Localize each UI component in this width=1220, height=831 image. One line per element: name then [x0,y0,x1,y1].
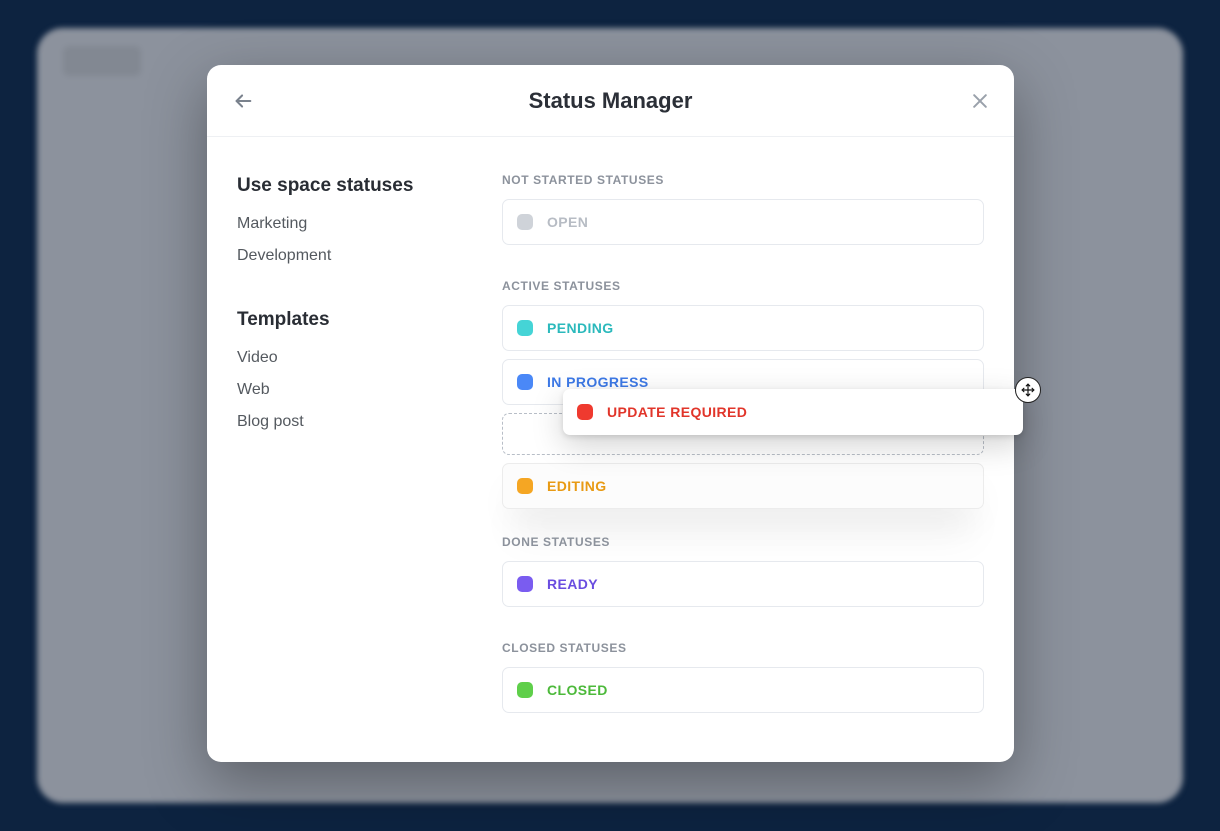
group-label-closed: CLOSED STATUSES [502,641,984,655]
status-closed[interactable]: CLOSED [502,667,984,713]
sidebar-item-marketing[interactable]: Marketing [237,215,471,233]
status-groups: NOT STARTED STATUSES OPEN ACTIVE STATUSE… [497,137,1014,762]
sidebar-section-templates: Templates [237,309,471,331]
modal-body: Use space statuses Marketing Development… [207,137,1014,762]
arrow-left-icon [232,90,254,112]
status-label: OPEN [547,214,588,230]
close-button[interactable] [966,87,994,115]
sidebar-item-web[interactable]: Web [237,381,471,399]
status-color-swatch [517,374,533,390]
sidebar-item-video[interactable]: Video [237,349,471,367]
status-color-swatch [517,214,533,230]
status-pending[interactable]: PENDING [502,305,984,351]
close-icon [970,91,990,111]
status-color-swatch [517,478,533,494]
status-label: IN PROGRESS [547,374,649,390]
status-label: UPDATE REQUIRED [607,404,747,420]
sidebar-item-development[interactable]: Development [237,247,471,265]
status-color-swatch [517,320,533,336]
modal-header: Status Manager [207,65,1014,137]
sidebar: Use space statuses Marketing Development… [207,137,497,762]
group-label-not-started: NOT STARTED STATUSES [502,173,984,187]
group-label-active: ACTIVE STATUSES [502,279,984,293]
group-label-done: DONE STATUSES [502,535,984,549]
status-color-swatch [577,404,593,420]
status-editing[interactable]: EDITING [502,463,984,509]
move-cursor-icon [1015,377,1041,403]
status-label: EDITING [547,478,607,494]
status-label: CLOSED [547,682,608,698]
status-color-swatch [517,576,533,592]
status-label: READY [547,576,598,592]
sidebar-item-blogpost[interactable]: Blog post [237,413,471,431]
status-ready[interactable]: READY [502,561,984,607]
back-button[interactable] [229,87,257,115]
status-update-required-dragging[interactable]: UPDATE REQUIRED [563,389,1023,435]
modal-title: Status Manager [207,88,1014,114]
status-color-swatch [517,682,533,698]
sidebar-section-space-statuses: Use space statuses [237,175,471,197]
status-open[interactable]: OPEN [502,199,984,245]
status-manager-modal: Status Manager Use space statuses Market… [207,65,1014,762]
status-label: PENDING [547,320,614,336]
